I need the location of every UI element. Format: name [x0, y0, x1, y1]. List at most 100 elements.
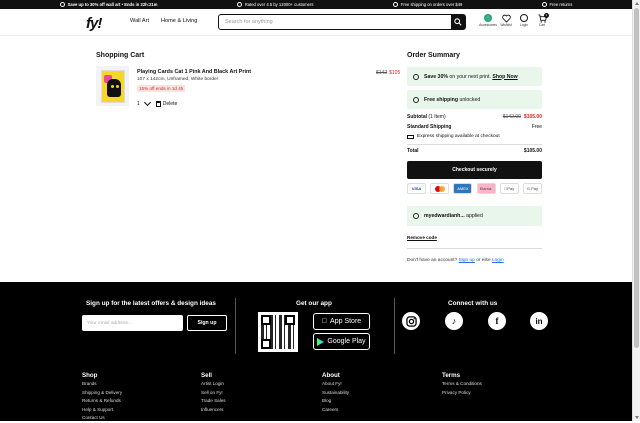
google-pay-icon: G Pay [522, 183, 542, 194]
login-link[interactable]: Login [492, 258, 504, 263]
apple-icon:  [322, 318, 327, 325]
header-icons: Accessories Wishlist Login 1 Cart [479, 13, 549, 27]
check-circle-icon [413, 213, 419, 219]
footer-link[interactable]: Blog [322, 397, 349, 406]
header-divider [0, 35, 632, 36]
footer-col-terms-title: Terms [442, 372, 461, 379]
product-name[interactable]: Playing Cards Cat 1 Pink And Black Art P… [137, 69, 251, 75]
klarna-icon: Klarna. [476, 183, 496, 194]
summary-divider [407, 144, 542, 145]
nav-home-living[interactable]: Home & Living [161, 18, 197, 24]
footer-divider [394, 298, 395, 354]
apple-pay-icon: Pay [499, 183, 519, 194]
footer-link[interactable]: Sustainability [322, 389, 349, 398]
login-button[interactable]: Login [517, 14, 531, 27]
tag-icon [59, 2, 65, 7]
footer-link[interactable]: Privacy Policy [442, 389, 482, 398]
search-input[interactable]: Search for anything [219, 19, 451, 25]
chevron-down-icon [143, 98, 151, 107]
visa-icon: VISA [407, 183, 426, 194]
amex-icon: AMEX [453, 183, 473, 194]
wishlist-button[interactable]: Wishlist [499, 14, 513, 27]
rating-item: Rated over 4.5 by 12000+ customers [236, 2, 313, 7]
google-play-button[interactable]: Google Play [313, 333, 370, 350]
coupon-applied-banner: myedwardianh... applied [407, 206, 542, 226]
truck-icon [407, 134, 414, 139]
footer-link[interactable]: Artist Login [201, 380, 226, 389]
shop-now-link[interactable]: Shop Now [492, 74, 517, 80]
footer-divider [235, 298, 236, 354]
footer-link[interactable]: Influencers [201, 406, 226, 415]
linkedin-icon[interactable]: in [530, 312, 548, 330]
app-title: Get our app [296, 300, 332, 307]
tiktok-icon[interactable]: ♪ [445, 312, 463, 330]
promo-item: Save up to 30% off wall art • Ends in 22… [59, 2, 158, 7]
facebook-icon[interactable]: f [488, 312, 506, 330]
search-icon [454, 18, 462, 26]
newsletter-signup-button[interactable]: Sign up [187, 315, 227, 331]
qr-code [258, 312, 298, 352]
free-shipping-banner: Free shipping unlocked [407, 90, 542, 109]
footer-col-terms: Terms & Conditions Privacy Policy [442, 380, 482, 397]
quantity-select[interactable]: 1 [137, 98, 151, 107]
newsletter-title: Sign up for the latest offers & design i… [86, 300, 216, 307]
footer-link[interactable]: Trade Sales [201, 397, 226, 406]
nav-wall-art[interactable]: Wall Art [130, 18, 149, 24]
item-new-price: $105 [389, 70, 401, 76]
footer-link[interactable]: Returns & Refunds [82, 397, 122, 406]
returns-item: Free returns [541, 2, 572, 7]
cart-button[interactable]: 1 Cart [535, 13, 549, 27]
shipping-item: Free shipping on orders over $49 [392, 2, 462, 7]
account-divider [407, 248, 542, 249]
search-button[interactable] [451, 15, 465, 29]
footer-col-sell: Artist Login Sell on Fy! Trade Sales Inf… [201, 380, 226, 414]
truck-icon [392, 2, 398, 7]
cart-title: Shopping Cart [96, 52, 145, 59]
shipping-row: Standard Shipping Free [407, 124, 542, 130]
footer-col-sell-title: Sell [201, 372, 213, 379]
checkout-button[interactable]: Checkout securely [407, 161, 542, 179]
accessories-button[interactable]: Accessories [479, 14, 497, 27]
cart-badge: 1 [544, 13, 549, 18]
site-logo[interactable]: fy! [86, 15, 102, 32]
globe-icon [484, 14, 492, 22]
item-price: $142 $105 [376, 70, 400, 76]
footer-link[interactable]: Careers [322, 406, 349, 415]
item-old-price: $142 [376, 70, 388, 76]
product-thumbnail[interactable] [96, 66, 129, 106]
scrollbar-thumb[interactable] [634, 8, 639, 348]
footer-link[interactable]: Brands [82, 380, 122, 389]
mastercard-icon [430, 183, 450, 194]
product-promo-badge: 15% off ends in 1d 4h [137, 85, 186, 92]
footer-col-about: About Fy! Sustainability Blog Careers [322, 380, 349, 414]
footer-col-shop: Brands Shipping & Delivery Returns & Ref… [82, 380, 122, 423]
footer-link[interactable]: Sell on Fy! [201, 389, 226, 398]
search-bar[interactable]: Search for anything [218, 14, 466, 30]
site-header: fy! Wall Art Home & Living Search for an… [0, 9, 632, 35]
delete-button[interactable]: Delete [155, 101, 177, 107]
play-icon [317, 337, 325, 346]
footer-link[interactable]: Help & Support [82, 406, 122, 415]
footer-link[interactable]: Contact Us [82, 414, 122, 423]
scroll-down-arrow[interactable] [635, 416, 639, 419]
instagram-icon[interactable] [402, 312, 420, 330]
scroll-up-arrow[interactable] [635, 2, 639, 5]
remove-code-link[interactable]: Remove code [407, 235, 437, 240]
footer-col-about-title: About [322, 372, 340, 379]
account-prompt: Don't have an account? Sign up or else L… [407, 258, 504, 263]
product-description: 107 x 142cm, Unframed, White border [137, 77, 219, 82]
footer-link[interactable]: Terms & Conditions [442, 380, 482, 389]
footer-link[interactable]: Shipping & Delivery [82, 389, 122, 398]
app-store-button[interactable]: App Store [313, 313, 370, 330]
subtotal-row: Subtotal (1 Item) $142.00 $105.00 [407, 114, 542, 120]
heart-icon [501, 14, 511, 23]
email-input[interactable]: Your email address... [82, 315, 183, 331]
product-image [100, 69, 125, 103]
page-scrollbar[interactable] [632, 0, 640, 421]
payment-methods: VISA AMEX Klarna. Pay G Pay [407, 183, 542, 194]
footer-link[interactable]: About Fy! [322, 380, 349, 389]
signup-link[interactable]: Sign up [459, 258, 475, 263]
user-icon [520, 14, 528, 22]
discount-icon [413, 73, 419, 80]
footer-col-shop-title: Shop [82, 372, 98, 379]
